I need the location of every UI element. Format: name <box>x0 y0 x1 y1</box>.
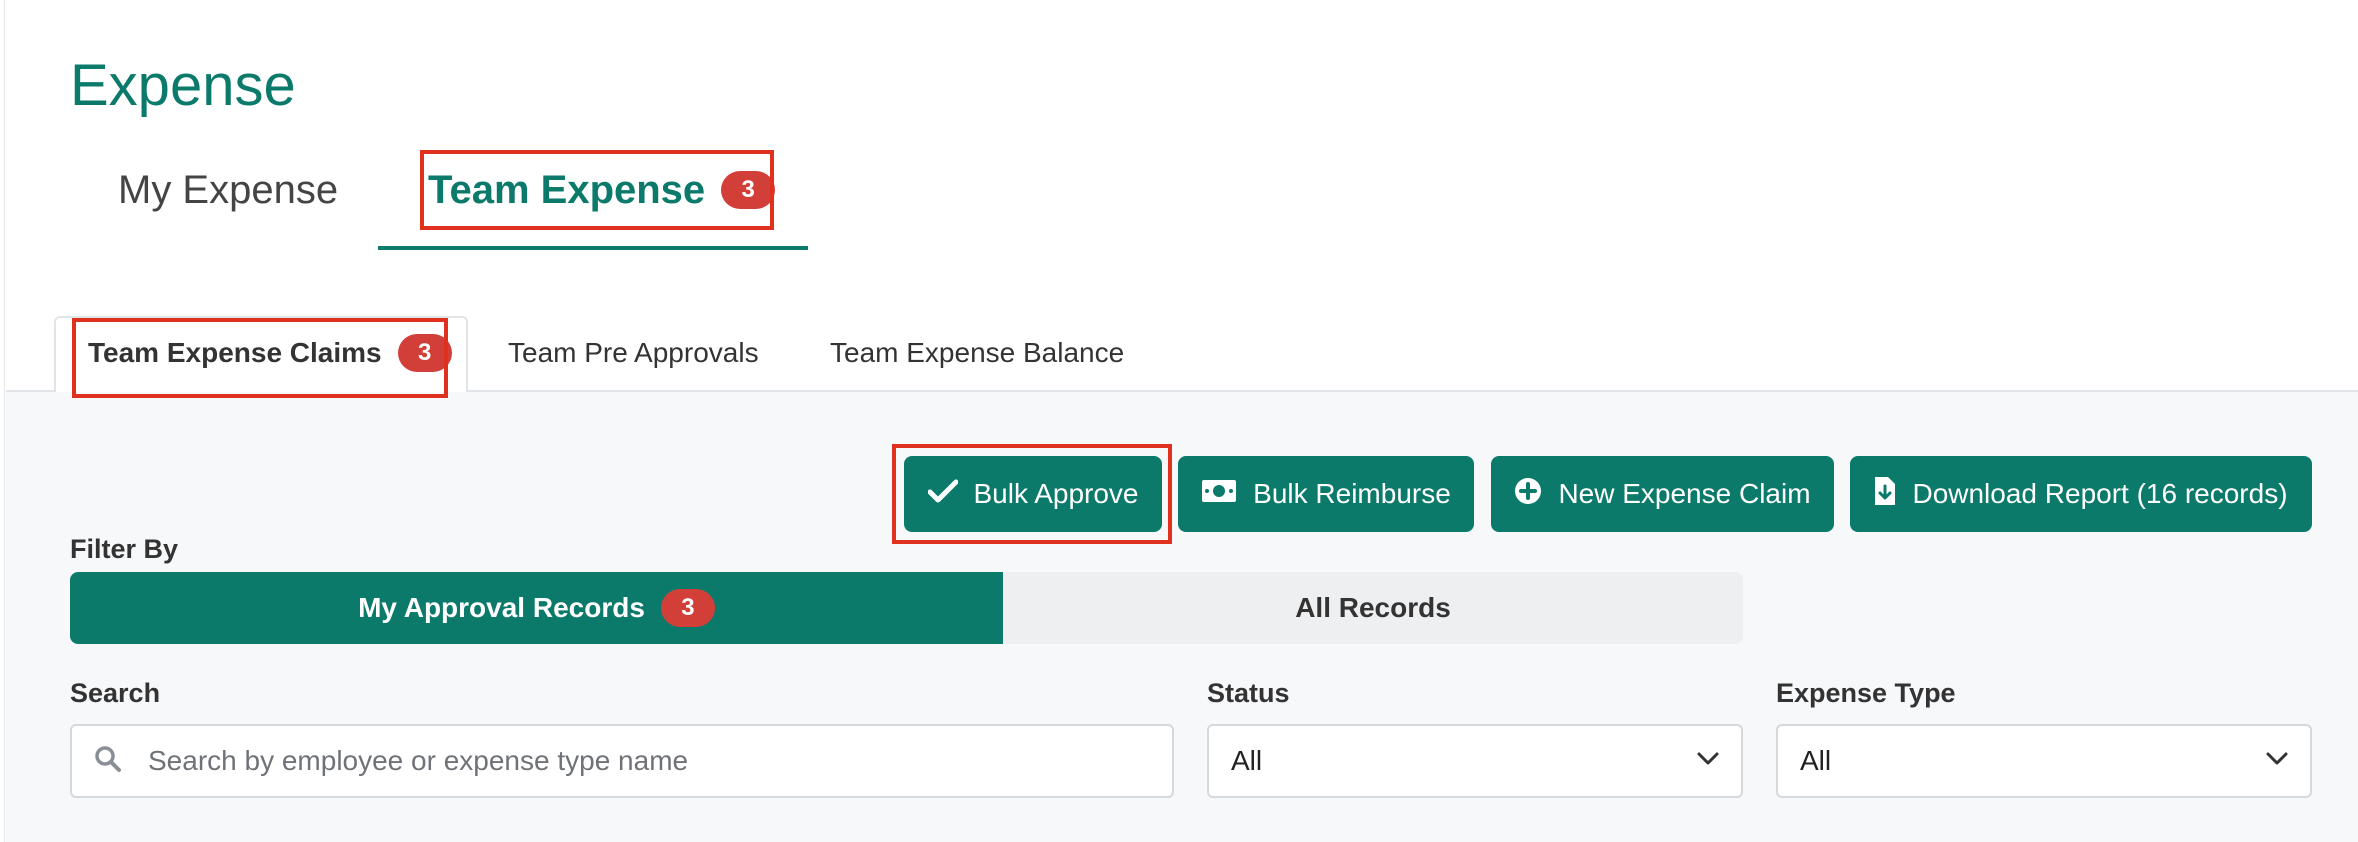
search-field <box>70 724 1174 798</box>
bulk-reimburse-button[interactable]: Bulk Reimburse <box>1178 456 1474 532</box>
new-expense-claim-label: New Expense Claim <box>1558 478 1811 509</box>
expense-page: Expense My Expense Team Expense 3 Team E… <box>0 0 2358 842</box>
all-records-label: All Records <box>1295 592 1451 623</box>
subtab-team-pre-approvals[interactable]: Team Pre Approvals <box>508 332 759 374</box>
filter-my-approval-records[interactable]: My Approval Records 3 <box>70 572 1003 644</box>
file-download-icon <box>1874 476 1896 513</box>
status-select-value: All <box>1231 745 1263 776</box>
status-select[interactable]: All <box>1207 724 1743 798</box>
subtab-balance-label: Team Expense Balance <box>830 337 1125 368</box>
subtab-pre-approvals-label: Team Pre Approvals <box>508 337 759 368</box>
active-tab-indicator <box>378 246 808 250</box>
my-approval-count-badge: 3 <box>660 589 715 627</box>
subtab-team-expense-balance[interactable]: Team Expense Balance <box>830 332 1124 374</box>
new-expense-claim-button[interactable]: New Expense Claim <box>1491 456 1834 532</box>
highlight-team-expense <box>420 150 774 230</box>
highlight-bulk-approve <box>892 444 1172 544</box>
cash-icon <box>1201 478 1237 510</box>
filter-by-label: Filter By <box>70 534 179 564</box>
expense-type-label: Expense Type <box>1776 678 1956 708</box>
highlight-team-expense-claims <box>72 318 448 398</box>
left-divider <box>4 0 5 842</box>
expense-type-select-value: All <box>1800 745 1832 776</box>
chevron-down-icon <box>1697 752 1719 771</box>
plus-circle-icon <box>1514 477 1542 512</box>
tab-my-expense-label: My Expense <box>118 167 339 212</box>
search-input[interactable] <box>148 745 1108 777</box>
expense-type-select[interactable]: All <box>1776 724 2312 798</box>
chevron-down-icon <box>2266 752 2288 771</box>
status-label: Status <box>1207 678 1290 708</box>
search-icon <box>94 745 122 778</box>
filter-all-records[interactable]: All Records <box>1003 572 1743 644</box>
page-title: Expense <box>70 53 296 118</box>
search-label: Search <box>70 678 161 708</box>
download-report-button[interactable]: Download Report (16 records) <box>1850 456 2312 532</box>
my-approval-label: My Approval Records <box>358 592 645 623</box>
download-report-label: Download Report (16 records) <box>1912 478 2288 509</box>
tab-my-expense[interactable]: My Expense <box>118 160 338 220</box>
bulk-reimburse-label: Bulk Reimburse <box>1253 478 1451 509</box>
